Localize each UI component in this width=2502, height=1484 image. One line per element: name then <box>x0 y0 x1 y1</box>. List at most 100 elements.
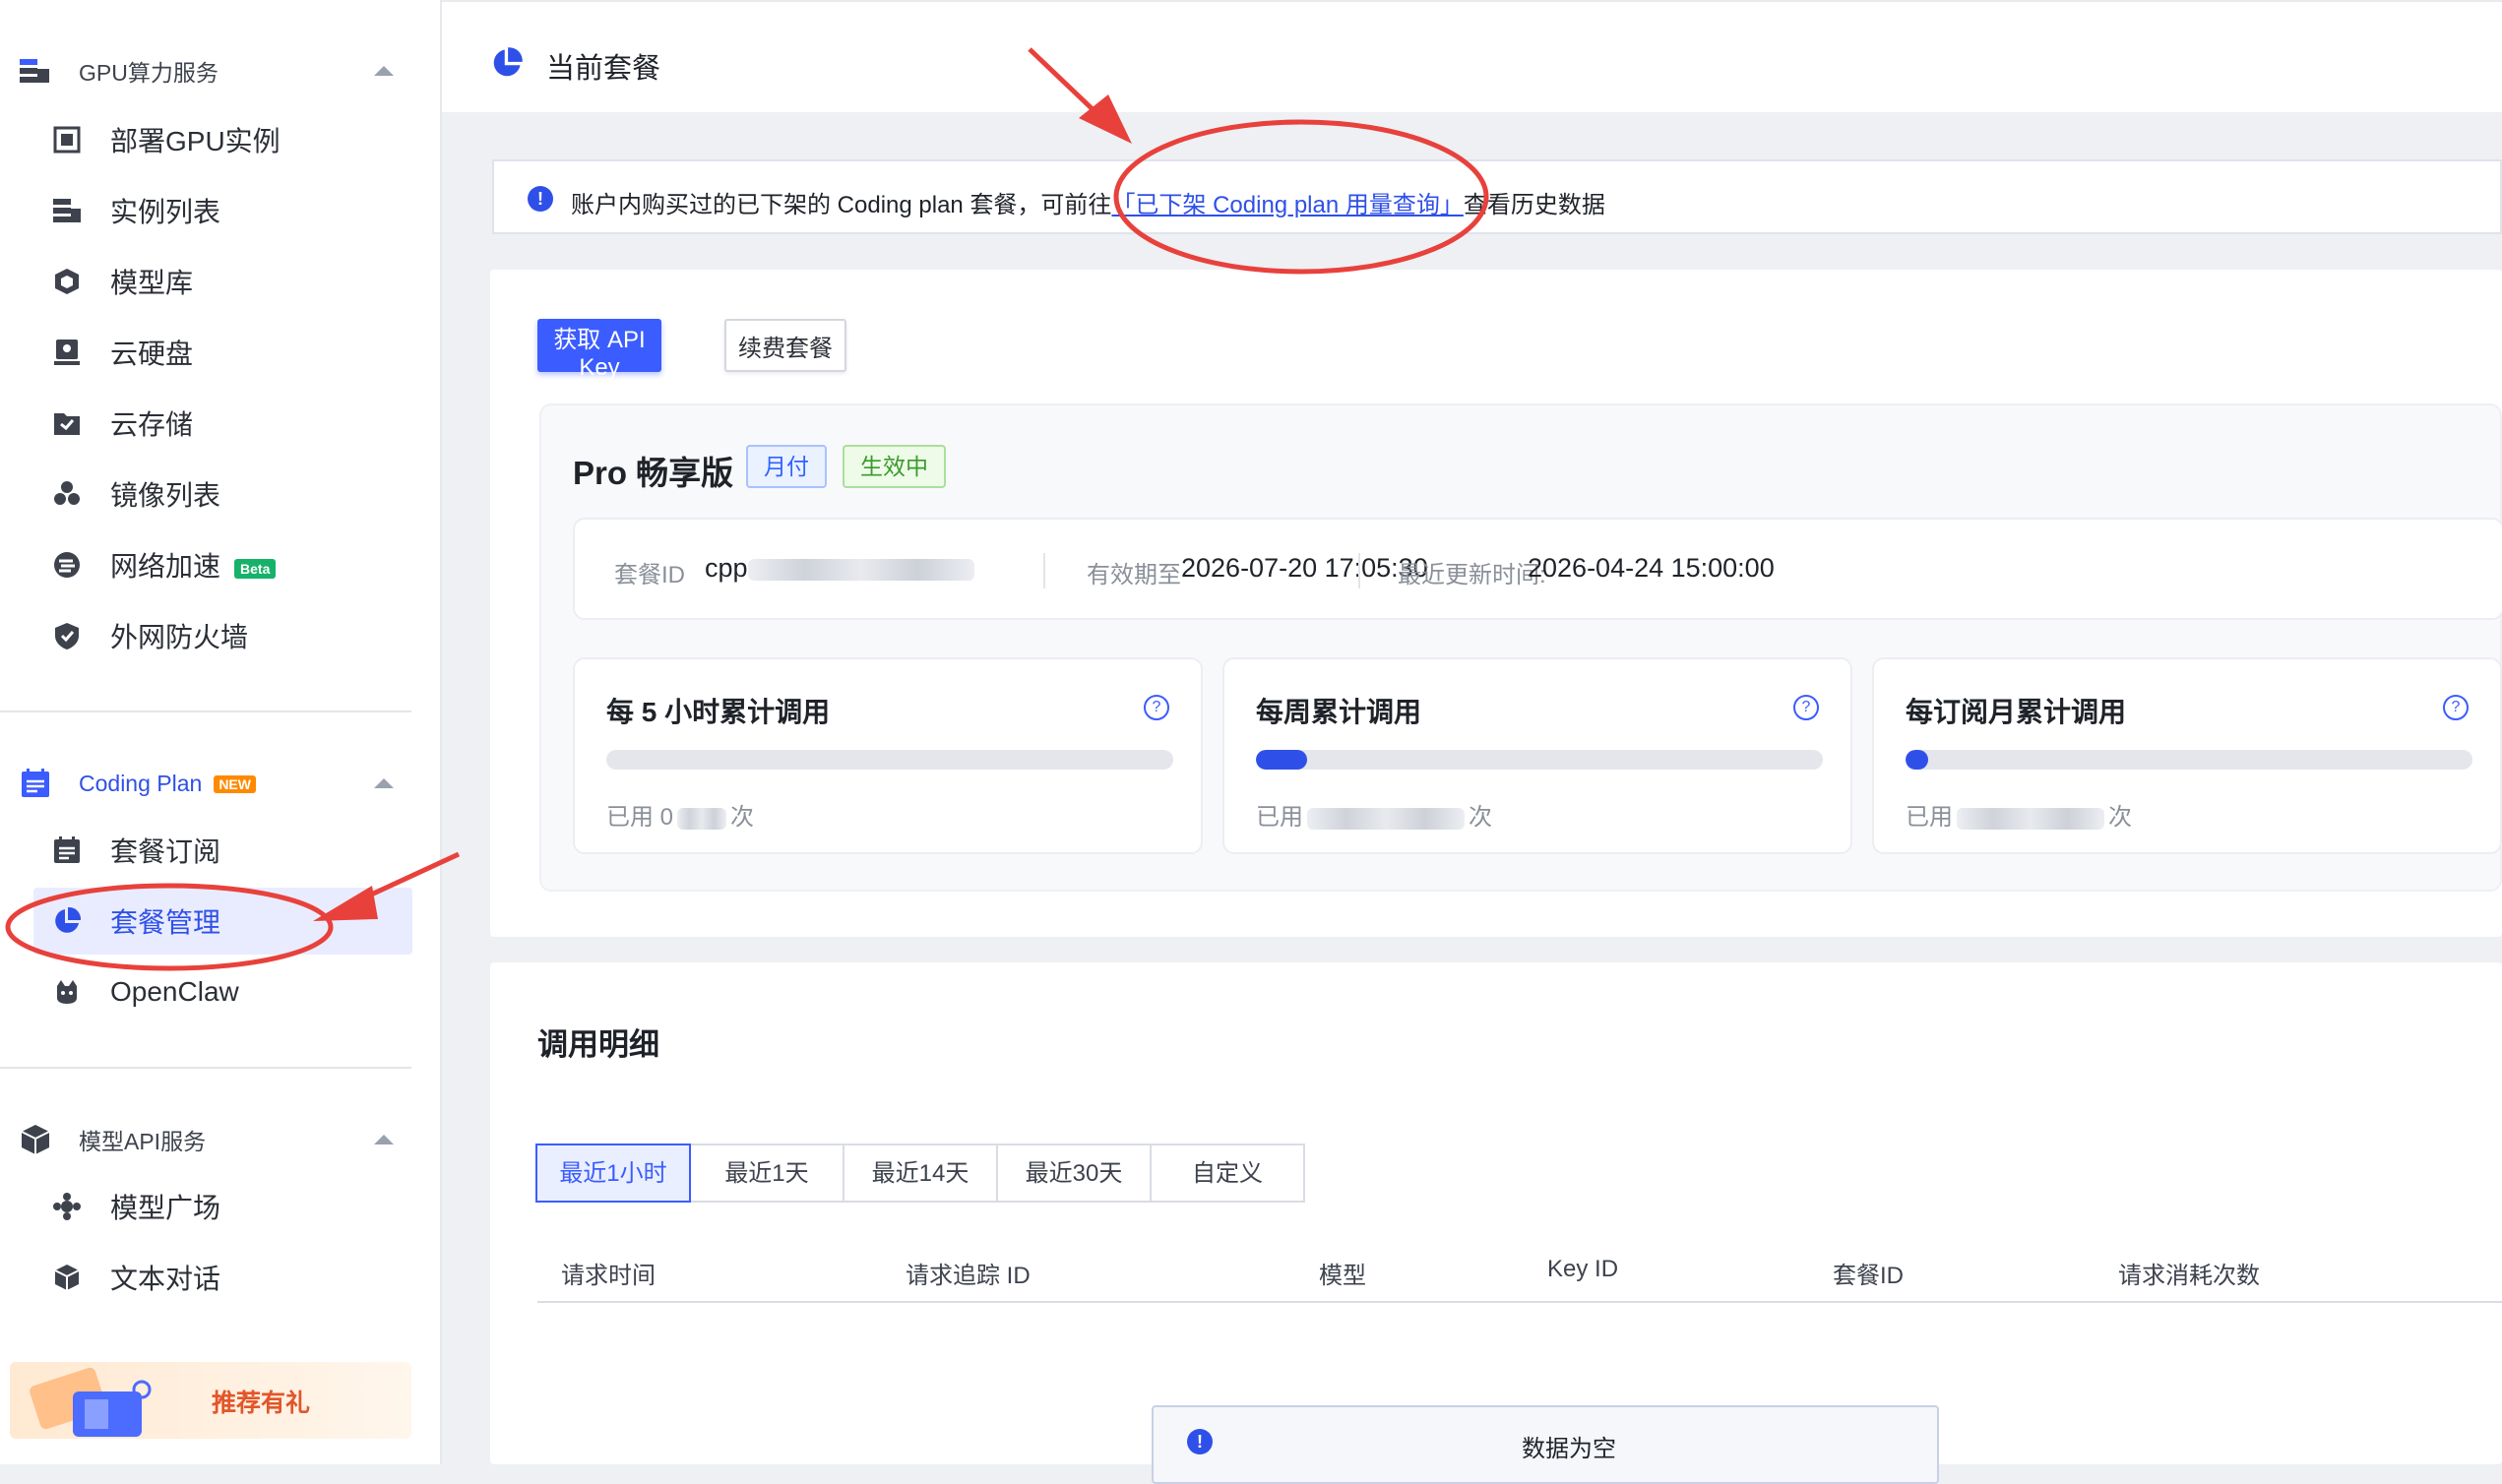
sidebar-item-cloud-disk[interactable]: 云硬盘 <box>33 319 412 386</box>
discontinued-plan-link[interactable]: 「已下架 Coding plan 用量查询」 <box>1111 192 1463 218</box>
billing-tag: 月付 <box>746 445 827 488</box>
tab-last-1-hour[interactable]: 最近1小时 <box>535 1144 691 1203</box>
table-header: 请求时间 请求追踪 ID 模型 Key ID 套餐ID 请求消耗次数 <box>537 1234 2502 1303</box>
quota-used: 已用 0次 <box>606 804 755 831</box>
sidebar-group-label: Coding Plan NEW <box>79 771 256 797</box>
cube-icon <box>21 1125 50 1154</box>
openclaw-icon <box>57 980 77 1004</box>
info-icon: ! <box>1187 1429 1213 1454</box>
sidebar-item-label: OpenClaw <box>110 976 239 1007</box>
sidebar-item-label: 模型库 <box>110 268 194 298</box>
sidebar-divider <box>0 1067 411 1069</box>
sidebar-item-text-chat[interactable]: 文本对话 <box>33 1244 412 1311</box>
tab-last-30-days[interactable]: 最近30天 <box>996 1144 1152 1203</box>
quota-title: 每 5 小时累计调用 <box>606 697 831 727</box>
updated-value: 2026-04-24 15:00:00 <box>1528 553 1775 583</box>
tab-last-1-day[interactable]: 最近1天 <box>689 1144 844 1203</box>
renew-plan-button[interactable]: 续费套餐 <box>724 319 846 372</box>
server-icon <box>20 59 49 83</box>
sidebar-item-label: 外网防火墙 <box>110 622 249 652</box>
sidebar-item-model-library[interactable]: 模型库 <box>33 248 412 315</box>
sidebar-item-image-list[interactable]: 镜像列表 <box>33 461 412 527</box>
sidebar-item-model-plaza[interactable]: 模型广场 <box>33 1173 412 1240</box>
pie-chart-icon <box>55 906 82 933</box>
quota-card-5h: 每 5 小时累计调用 ? 已用 0次 <box>573 657 1203 854</box>
status-badge: 生效中 <box>843 445 946 488</box>
get-api-key-button[interactable]: 获取 API Key <box>537 319 661 381</box>
sidebar-item-label: 部署GPU实例 <box>110 126 281 156</box>
sidebar-item-label: 文本对话 <box>110 1264 221 1294</box>
sidebar-item-network-accel[interactable]: 网络加速 Beta <box>33 531 412 598</box>
sidebar-group-model-api[interactable]: 模型API服务 <box>0 1110 440 1169</box>
help-icon[interactable]: ? <box>1144 695 1169 720</box>
help-icon[interactable]: ? <box>1793 695 1819 720</box>
column-header[interactable]: 套餐ID <box>1833 1256 1904 1290</box>
quota-card-monthly: 每订阅月累计调用 ? 已用次 <box>1872 657 2502 854</box>
redacted-value <box>1307 807 1465 830</box>
chevron-up-icon[interactable] <box>374 66 394 76</box>
help-icon[interactable]: ? <box>2443 695 2469 720</box>
sidebar-item-firewall[interactable]: 外网防火墙 <box>33 602 412 669</box>
network-accel-icon <box>54 552 80 578</box>
referral-promo-banner[interactable]: 推荐有礼 <box>10 1362 411 1439</box>
column-header[interactable]: 请求时间 <box>561 1256 656 1290</box>
promo-label: 推荐有礼 <box>212 1390 311 1417</box>
column-header[interactable]: 模型 <box>1319 1256 1366 1290</box>
sidebar-group-label: GPU算力服务 <box>79 60 219 86</box>
tab-custom[interactable]: 自定义 <box>1150 1144 1305 1203</box>
redacted-value <box>677 807 727 830</box>
sidebar-item-deploy-gpu[interactable]: 部署GPU实例 <box>33 106 412 173</box>
sidebar-item-label: 云存储 <box>110 409 194 440</box>
column-header[interactable]: 请求消耗次数 <box>2118 1256 2260 1290</box>
quota-progress-bar <box>606 750 1173 770</box>
chevron-up-icon[interactable] <box>374 778 394 788</box>
plan-id-label: 套餐ID <box>614 562 685 588</box>
shield-icon <box>55 623 79 649</box>
chevron-up-icon[interactable] <box>374 1135 394 1144</box>
sidebar-group-gpu[interactable]: GPU算力服务 <box>0 41 440 100</box>
empty-text: 数据为空 <box>1522 1436 1616 1462</box>
column-header[interactable]: 请求追踪 ID <box>906 1256 1031 1290</box>
plan-card: 获取 API Key 续费套餐 Pro 畅享版 月付 生效中 套餐ID cpp … <box>490 270 2502 937</box>
quota-progress-fill <box>1256 750 1307 770</box>
empty-state: ! 数据为空 <box>1152 1405 1939 1484</box>
deploy-icon <box>53 126 81 154</box>
quota-used: 已用次 <box>1906 804 2132 831</box>
time-range-tabs: 最近1小时 最近1天 最近14天 最近30天 自定义 <box>535 1144 1305 1203</box>
sidebar-item-label: 模型广场 <box>110 1193 221 1223</box>
plan-name: Pro 畅享版 <box>573 455 734 491</box>
instance-list-icon <box>53 199 81 222</box>
expiry-label: 有效期至 <box>1087 562 1181 588</box>
gift-card-icon <box>30 1367 152 1437</box>
redacted-value <box>747 558 974 581</box>
text-chat-icon <box>54 1265 80 1290</box>
quota-title: 每周累计调用 <box>1256 697 1422 727</box>
sidebar-item-label: 实例列表 <box>110 197 221 227</box>
sidebar-group-coding-plan[interactable]: Coding Plan NEW <box>0 754 440 813</box>
sidebar-item-subscription[interactable]: 套餐订阅 <box>33 817 412 884</box>
plan-info-row: 套餐ID cpp 有效期至 2026-07-20 17:05:30 最近更新时间… <box>573 518 2502 620</box>
notice-banner: ! 账户内购买过的已下架的 Coding plan 套餐，可前往「已下架 Cod… <box>492 159 2502 234</box>
sidebar-item-plan-management[interactable]: 套餐管理 <box>33 888 412 955</box>
model-library-icon <box>55 269 79 294</box>
sidebar-item-label: 云硬盘 <box>110 339 194 369</box>
sidebar-item-instance-list[interactable]: 实例列表 <box>33 177 412 244</box>
divider <box>1043 553 1045 588</box>
sidebar-item-label: 镜像列表 <box>110 480 221 511</box>
tab-last-14-days[interactable]: 最近14天 <box>843 1144 998 1203</box>
updated-label: 最近更新时间: <box>1398 562 1546 588</box>
image-list-icon <box>54 481 80 505</box>
quota-used: 已用次 <box>1256 804 1492 831</box>
info-icon: ! <box>528 186 553 212</box>
sidebar-item-cloud-storage[interactable]: 云存储 <box>33 390 412 457</box>
beta-badge: Beta <box>234 558 277 579</box>
quota-progress-bar <box>1256 750 1823 770</box>
sidebar-group-label: 模型API服务 <box>79 1129 207 1154</box>
cloud-storage-icon <box>54 413 80 435</box>
column-header[interactable]: Key ID <box>1547 1256 1618 1283</box>
page-header: 当前套餐 <box>442 0 2502 112</box>
cloud-disk-icon <box>54 340 80 365</box>
sidebar-item-openclaw[interactable]: OpenClaw <box>33 958 412 1025</box>
quota-title: 每订阅月累计调用 <box>1906 697 2127 727</box>
page-title: 当前套餐 <box>546 53 661 85</box>
